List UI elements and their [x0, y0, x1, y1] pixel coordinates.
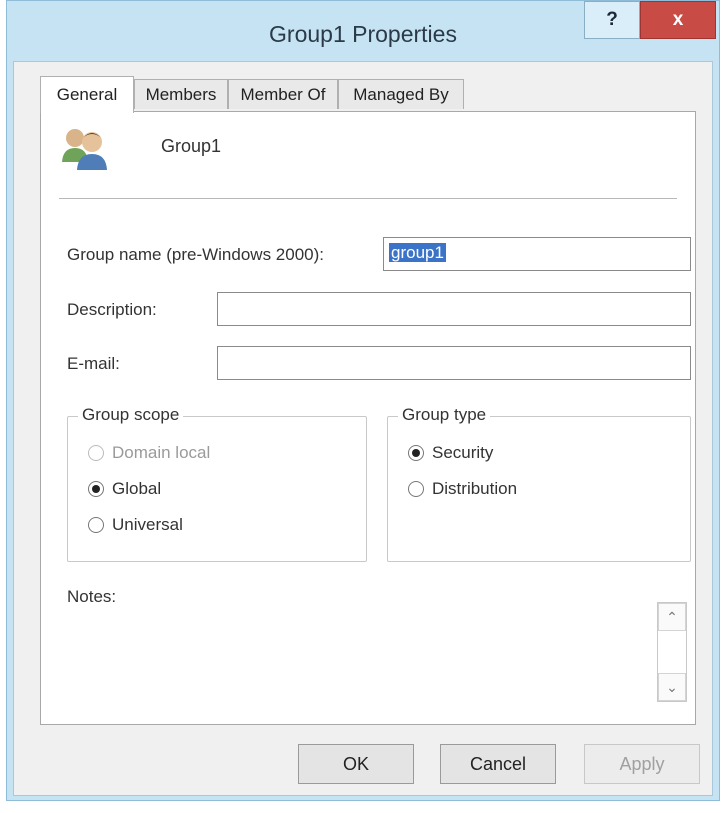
radio-button — [88, 517, 104, 533]
group-scope-legend: Group scope — [78, 405, 184, 425]
group-name-value: group1 — [389, 243, 446, 262]
general-tab-panel: Group1 Group name (pre-Windows 2000): gr… — [40, 111, 696, 725]
notes-scrollbar[interactable]: ⌃ ⌄ — [657, 602, 687, 702]
dialog-body: General Members Member Of Managed By Gro… — [13, 61, 713, 796]
radio-label: Global — [112, 479, 162, 498]
scroll-down-icon[interactable]: ⌄ — [658, 673, 686, 701]
radio-button — [408, 481, 424, 497]
radio-button — [88, 481, 104, 497]
tab-general[interactable]: General — [40, 76, 134, 113]
description-label: Description: — [67, 300, 157, 319]
radio-label: Domain local — [112, 443, 211, 462]
scroll-up-icon[interactable]: ⌃ — [658, 603, 686, 631]
notes-label: Notes: — [67, 587, 117, 606]
tab-members[interactable]: Members — [134, 79, 228, 109]
notes-textarea[interactable] — [67, 612, 655, 700]
properties-dialog: Group1 Properties ? x General Members Me… — [6, 0, 720, 801]
help-button[interactable]: ? — [584, 1, 640, 39]
group-name-field[interactable]: group1 — [383, 237, 691, 271]
radio-label: Distribution — [432, 479, 518, 498]
radio-global[interactable]: Global — [88, 479, 161, 499]
radio-selected-dot — [412, 449, 420, 457]
radio-universal[interactable]: Universal — [88, 515, 183, 535]
group-users-icon — [62, 129, 107, 170]
group-display-name: Group1 — [161, 136, 222, 156]
radio-distribution[interactable]: Distribution — [408, 479, 517, 499]
email-field[interactable] — [217, 346, 691, 380]
description-field[interactable] — [217, 292, 691, 326]
group-type-legend: Group type — [398, 405, 491, 425]
close-button[interactable]: x — [640, 1, 716, 39]
radio-selected-dot — [92, 485, 100, 493]
header-divider — [59, 198, 677, 199]
tab-managed-by[interactable]: Managed By — [338, 79, 464, 109]
radio-label: Universal — [112, 515, 183, 534]
cancel-button[interactable]: Cancel — [440, 744, 556, 784]
group-name-label: Group name (pre-Windows 2000): — [67, 245, 325, 264]
apply-button[interactable]: Apply — [584, 744, 700, 784]
radio-domain-local[interactable]: Domain local — [88, 443, 210, 463]
title-bar[interactable]: Group1 Properties ? x — [7, 1, 719, 69]
radio-security[interactable]: Security — [408, 443, 493, 463]
group-scope-box: Group scope Domain local Global Universa… — [67, 405, 367, 562]
group-type-box: Group type Security Distribution — [387, 405, 691, 562]
tab-member-of[interactable]: Member Of — [228, 79, 338, 109]
radio-button — [408, 445, 424, 461]
radio-button — [88, 445, 104, 461]
ok-button[interactable]: OK — [298, 744, 414, 784]
radio-label: Security — [432, 443, 494, 462]
email-label: E-mail: — [67, 354, 120, 373]
